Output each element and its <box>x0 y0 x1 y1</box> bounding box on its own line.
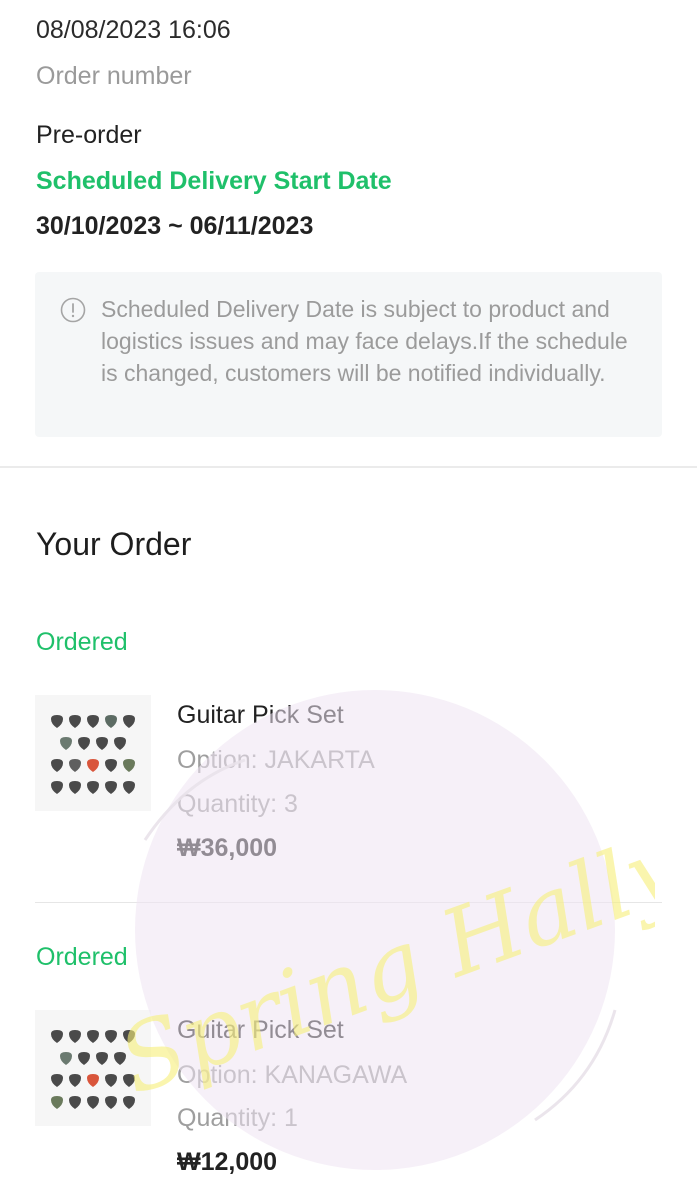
preorder-label: Pre-order <box>36 121 142 149</box>
scheduled-delivery-title: Scheduled Delivery Start Date <box>36 167 392 195</box>
order-number-label: Order number <box>36 62 192 90</box>
item-name[interactable]: Guitar Pick Set <box>177 1016 344 1045</box>
item-name[interactable]: Guitar Pick Set <box>177 701 344 730</box>
item-quantity: Quantity: 1 <box>177 1104 298 1132</box>
product-thumbnail[interactable] <box>35 695 151 811</box>
item-price: ₩36,000 <box>177 834 278 862</box>
item-status: Ordered <box>36 943 128 971</box>
guitar-picks-image <box>51 1030 135 1109</box>
item-option: Option: KANAGAWA <box>177 1061 408 1089</box>
item-divider <box>35 902 662 903</box>
your-order-heading: Your Order <box>36 526 192 562</box>
product-thumbnail[interactable] <box>35 1010 151 1126</box>
item-quantity: Quantity: 3 <box>177 790 298 818</box>
item-option: Option: JAKARTA <box>177 746 375 774</box>
item-status: Ordered <box>36 628 128 656</box>
section-divider <box>0 466 697 468</box>
guitar-picks-image <box>51 715 135 794</box>
delivery-notice-box: Scheduled Delivery Date is subject to pr… <box>35 272 662 437</box>
order-datetime: 08/08/2023 16:06 <box>36 16 231 44</box>
delivery-notice-text: Scheduled Delivery Date is subject to pr… <box>101 296 628 386</box>
delivery-date-range: 30/10/2023 ~ 06/11/2023 <box>36 212 314 240</box>
item-price: ₩12,000 <box>177 1148 278 1176</box>
info-circle-icon <box>60 297 86 323</box>
